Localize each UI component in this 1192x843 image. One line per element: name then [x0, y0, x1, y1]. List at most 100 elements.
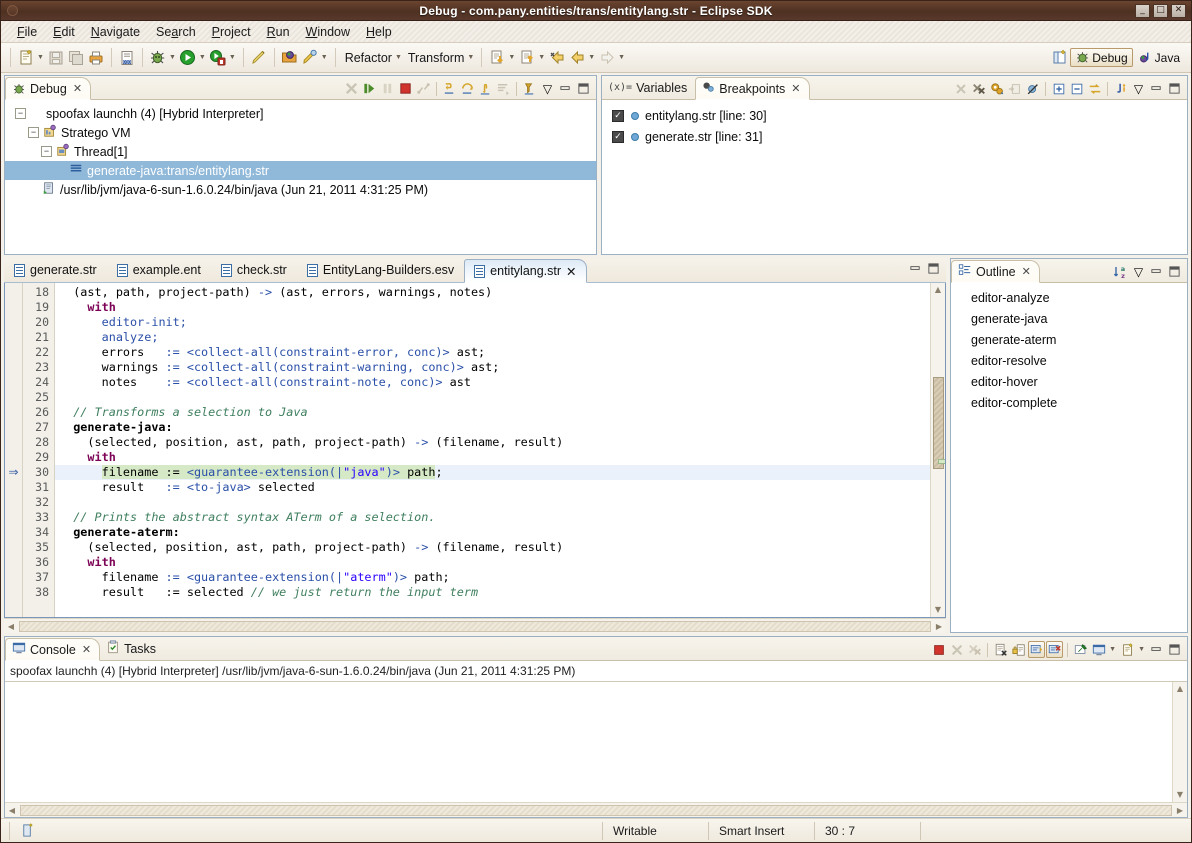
- menu-window[interactable]: Window: [298, 23, 358, 41]
- occurrence-overview-marker[interactable]: [938, 459, 945, 464]
- close-icon[interactable]: ✕: [1022, 265, 1031, 278]
- hscroll-thumb[interactable]: [19, 621, 931, 632]
- code-line[interactable]: generate-aterm:: [55, 525, 930, 540]
- last-edit-location-icon[interactable]: [547, 48, 567, 68]
- outline-item[interactable]: editor-analyze: [951, 288, 1187, 309]
- menu-edit[interactable]: Edit: [45, 23, 83, 41]
- scroll-left-icon[interactable]: ◀: [4, 622, 18, 631]
- perspective-debug[interactable]: Debug: [1070, 48, 1133, 67]
- tree-row[interactable]: − Stratego VM: [5, 123, 596, 142]
- minimize-view-icon[interactable]: [557, 80, 574, 97]
- next-annotation-dropdown-icon[interactable]: ▼: [508, 54, 515, 61]
- open-perspective-icon[interactable]: [1050, 48, 1070, 68]
- tree-row-selected[interactable]: generate-java:trans/entitylang.str: [5, 161, 596, 180]
- code-line[interactable]: (selected, position, ast, path, project-…: [55, 540, 930, 555]
- code-line[interactable]: with: [55, 450, 930, 465]
- tab-variables[interactable]: (x)= Variables: [602, 76, 695, 99]
- run-icon[interactable]: [178, 48, 198, 68]
- terminate-icon[interactable]: [397, 80, 414, 97]
- debug-dropdown-icon[interactable]: ▼: [169, 54, 176, 61]
- minimize-view-icon[interactable]: [1148, 641, 1165, 658]
- perspective-java[interactable]: Java: [1133, 48, 1185, 67]
- menu-run[interactable]: Run: [259, 23, 298, 41]
- maximize-view-icon[interactable]: [1166, 80, 1183, 97]
- scroll-right-icon[interactable]: ▶: [1173, 806, 1187, 815]
- refactor-menu-label[interactable]: Refactor: [341, 51, 394, 65]
- run-dropdown-icon[interactable]: ▼: [199, 54, 206, 61]
- code-line[interactable]: result := <to-java> selected: [55, 480, 930, 495]
- scroll-thumb[interactable]: [933, 377, 944, 469]
- editor-tab-entitylang-builders-esv[interactable]: EntityLang-Builders.esv: [297, 258, 464, 282]
- editor-tab-entitylang-str[interactable]: entitylang.str ✕: [464, 259, 587, 283]
- tree-row[interactable]: − Thread[1]: [5, 142, 596, 161]
- open-package-icon[interactable]: [280, 48, 300, 68]
- pin-console-icon[interactable]: [1072, 641, 1089, 658]
- editor-tab-example-ent[interactable]: example.ent: [107, 258, 211, 282]
- code-line[interactable]: (selected, position, ast, path, project-…: [55, 435, 930, 450]
- code-line[interactable]: filename := <guarantee-extension(|"java"…: [55, 465, 930, 480]
- resume-icon[interactable]: [361, 80, 378, 97]
- code-line[interactable]: (ast, path, project-path) -> (ast, error…: [55, 285, 930, 300]
- display-console-dropdown-icon[interactable]: ▼: [1109, 646, 1116, 653]
- minimize-view-icon[interactable]: [1148, 263, 1165, 280]
- close-icon[interactable]: ✕: [791, 82, 800, 95]
- view-menu-icon[interactable]: ▽: [1130, 263, 1147, 280]
- print-icon[interactable]: [86, 48, 106, 68]
- code-line[interactable]: errors := <collect-all(constraint-error,…: [55, 345, 930, 360]
- scroll-right-icon[interactable]: ▶: [932, 622, 946, 631]
- refactor-dropdown-icon[interactable]: ▼: [395, 54, 402, 61]
- clear-console-icon[interactable]: [992, 641, 1009, 658]
- outline-item[interactable]: generate-java: [951, 309, 1187, 330]
- scroll-down-icon[interactable]: ▼: [1177, 788, 1183, 802]
- menu-search[interactable]: Search: [148, 23, 204, 41]
- display-selected-console-icon[interactable]: [1090, 641, 1107, 658]
- expander-icon[interactable]: −: [41, 146, 52, 157]
- code-line[interactable]: // Prints the abstract syntax ATerm of a…: [55, 510, 930, 525]
- code-line[interactable]: // Transforms a selection to Java: [55, 405, 930, 420]
- tree-row[interactable]: − spoofax launchh (4) [Hybrid Interprete…: [5, 104, 596, 123]
- view-menu-icon[interactable]: ▽: [1130, 80, 1147, 97]
- scroll-up-icon[interactable]: ▲: [935, 283, 941, 297]
- scroll-up-icon[interactable]: ▲: [1177, 682, 1183, 696]
- code-line[interactable]: [55, 495, 930, 510]
- minimize-view-icon[interactable]: [1148, 80, 1165, 97]
- breakpoint-row[interactable]: ✓ generate.str [line: 31]: [602, 126, 1187, 147]
- code-line[interactable]: [55, 390, 930, 405]
- collapse-all-icon[interactable]: [1068, 80, 1085, 97]
- maximize-view-icon[interactable]: [1166, 641, 1183, 658]
- code-editor[interactable]: ⇒ 18 19 20 21 22 23 24 25 26 27 28 29 30…: [4, 283, 946, 618]
- code-line[interactable]: result := selected // we just return the…: [55, 585, 930, 600]
- outline-list-body[interactable]: editor-analyze generate-java generate-at…: [951, 283, 1187, 632]
- search-tool-dropdown-icon[interactable]: ▼: [321, 54, 328, 61]
- close-icon[interactable]: ✕: [73, 82, 82, 95]
- maximize-view-icon[interactable]: [575, 80, 592, 97]
- expander-icon[interactable]: −: [15, 108, 26, 119]
- maximize-button[interactable]: □: [1153, 3, 1168, 18]
- breakpoint-gutter[interactable]: ⇒: [5, 283, 23, 617]
- back-icon[interactable]: [567, 48, 587, 68]
- code-line[interactable]: editor-init;: [55, 315, 930, 330]
- use-step-filters-icon[interactable]: [521, 80, 538, 97]
- next-annotation-icon[interactable]: [487, 48, 507, 68]
- expander-icon[interactable]: −: [28, 127, 39, 138]
- console-horizontal-scrollbar[interactable]: ◀ ▶: [5, 802, 1187, 817]
- debug-icon[interactable]: [148, 48, 168, 68]
- editor-vertical-scrollbar[interactable]: ▲ ▼: [930, 283, 945, 617]
- tab-debug[interactable]: Debug ✕: [5, 77, 92, 100]
- view-menu-icon[interactable]: ▽: [539, 80, 556, 97]
- transform-dropdown-icon[interactable]: ▼: [467, 54, 474, 61]
- debug-tree-body[interactable]: − spoofax launchh (4) [Hybrid Interprete…: [5, 100, 596, 254]
- tab-breakpoints[interactable]: Breakpoints ✕: [695, 77, 810, 100]
- tree-row[interactable]: /usr/lib/jvm/java-6-sun-1.6.0.24/bin/jav…: [5, 180, 596, 199]
- hscroll-thumb[interactable]: [20, 805, 1172, 816]
- tab-outline[interactable]: Outline ✕: [951, 260, 1040, 283]
- scroll-down-icon[interactable]: ▼: [935, 603, 941, 617]
- outline-item[interactable]: editor-hover: [951, 372, 1187, 393]
- show-console-on-error-icon[interactable]: [1046, 641, 1064, 658]
- breakpoints-list-body[interactable]: ✓ entitylang.str [line: 30] ✓ generate.s…: [602, 100, 1187, 254]
- console-output-area[interactable]: ▲ ▼: [5, 682, 1187, 802]
- scroll-lock-icon[interactable]: [1010, 641, 1027, 658]
- sort-alphabetically-icon[interactable]: az: [1112, 263, 1129, 280]
- open-console-dropdown-icon[interactable]: ▼: [1138, 646, 1145, 653]
- minimize-button[interactable]: _: [1135, 3, 1150, 18]
